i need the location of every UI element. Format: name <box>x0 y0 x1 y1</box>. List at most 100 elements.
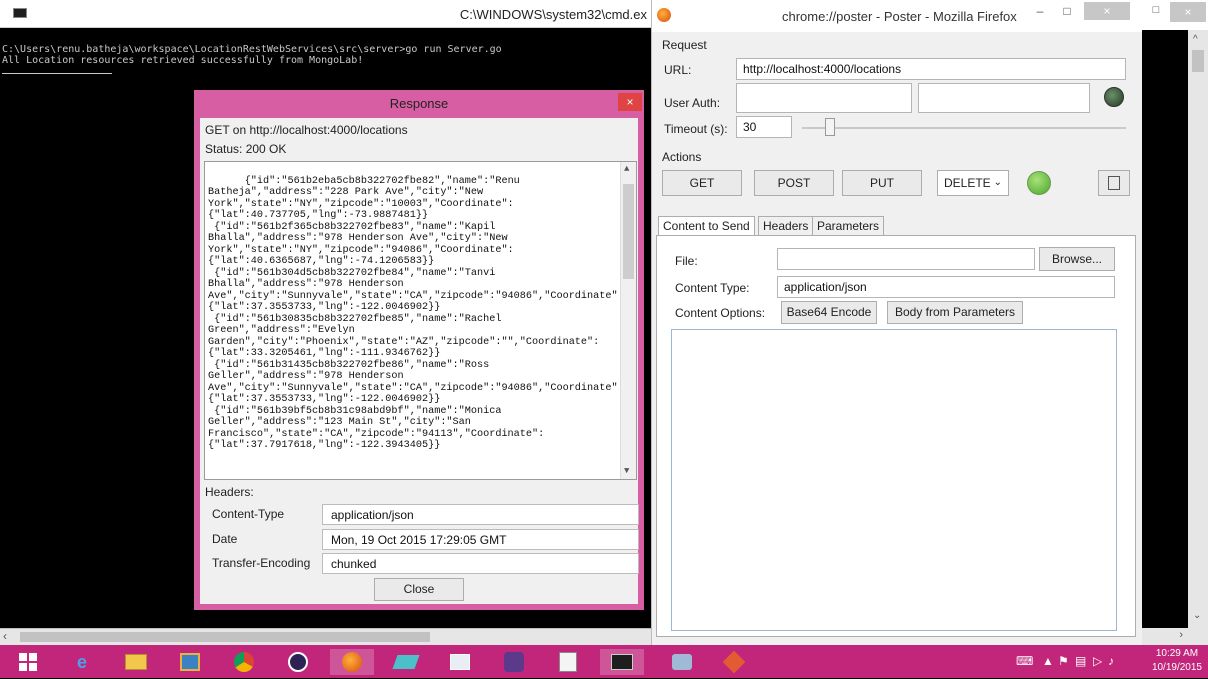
close-icon[interactable]: × <box>1084 2 1130 20</box>
close-icon[interactable]: × <box>1170 2 1206 22</box>
clock[interactable]: 10:29 AM 10/19/2015 <box>1152 647 1202 675</box>
get-button[interactable]: GET <box>662 170 742 196</box>
timeout-input[interactable]: 30 <box>736 116 792 138</box>
file-explorer-icon[interactable] <box>114 649 158 675</box>
url-label: URL: <box>664 63 692 77</box>
background-window: □ × ^ ⌄ › <box>1142 0 1208 645</box>
cmd-icon <box>13 8 27 18</box>
firefox-poster-window: chrome://poster - Poster - Mozilla Firef… <box>651 0 1142 645</box>
scroll-left-icon[interactable]: ‹ <box>3 629 7 643</box>
response-json: {"id":"561b2eba5cb8b322702fbe82","name":… <box>208 175 624 452</box>
minimize-icon[interactable]: – <box>1027 2 1053 20</box>
vertical-scrollbar[interactable]: ^ ⌄ <box>1188 30 1208 645</box>
file-input[interactable] <box>777 248 1035 270</box>
signal-icon[interactable]: ▷ <box>1093 654 1102 668</box>
scroll-down-icon[interactable]: ⌄ <box>1193 610 1201 621</box>
internet-explorer-icon[interactable]: e <box>60 649 104 675</box>
start-windows-icon[interactable] <box>6 649 50 675</box>
header-key: Transfer-Encoding <box>212 556 311 570</box>
content-to-send-panel: File: Browse... Content Type: applicatio… <box>656 235 1136 637</box>
response-titlebar[interactable]: Response × <box>194 90 644 118</box>
network-app-icon[interactable] <box>660 649 704 675</box>
firefox-icon <box>657 8 671 22</box>
chevron-down-icon: ⌄ <box>993 177 1002 188</box>
scroll-right-icon[interactable]: › <box>1179 629 1183 641</box>
horizontal-scrollbar[interactable]: › <box>1142 628 1188 645</box>
network-icon[interactable]: ▤ <box>1075 654 1086 668</box>
header-value[interactable]: chunked <box>322 553 639 574</box>
header-key: Content-Type <box>212 507 285 521</box>
response-title: Response <box>389 96 449 111</box>
firefox-taskbar-icon[interactable] <box>330 649 374 675</box>
eclipse-icon[interactable] <box>276 649 320 675</box>
clipboard-icon <box>1108 176 1120 190</box>
user-auth-password-input[interactable] <box>918 83 1090 113</box>
cmd-title: C:\WINDOWS\system32\cmd.ex <box>459 7 647 22</box>
notepad-icon[interactable] <box>546 649 590 675</box>
headers-label: Headers: <box>205 485 254 499</box>
browse-button[interactable]: Browse... <box>1039 247 1115 271</box>
request-line: GET on http://localhost:4000/locations <box>205 123 408 137</box>
cmd-cursor <box>2 73 112 74</box>
response-dialog: Response × GET on http://localhost:4000/… <box>194 90 644 610</box>
taskbar: e ⌨ ▲ ⚑ ▤ ▷ ♪ 10:29 AM 10/19/2015 <box>0 645 1208 678</box>
actions-group-label: Actions <box>662 150 702 164</box>
response-text-area[interactable]: {"id":"561b2eba5cb8b322702fbe82","name":… <box>204 161 637 480</box>
scroll-thumb[interactable] <box>20 632 430 642</box>
flag-icon[interactable]: ⚑ <box>1058 654 1069 668</box>
auth-globe-icon[interactable] <box>1104 87 1124 107</box>
git-icon[interactable] <box>712 649 756 675</box>
scroll-thumb[interactable] <box>1192 50 1204 72</box>
scroll-thumb[interactable] <box>623 184 634 279</box>
base64-encode-button[interactable]: Base64 Encode <box>781 301 877 324</box>
header-value[interactable]: Mon, 19 Oct 2015 17:29:05 GMT <box>322 529 639 550</box>
content-body-textarea[interactable] <box>671 329 1117 631</box>
tab-content-to-send[interactable]: Content to Send <box>658 216 755 236</box>
keyboard-icon[interactable]: ⌨ <box>1016 654 1033 668</box>
paint-brush-icon[interactable] <box>384 649 428 675</box>
scroll-up-icon[interactable]: ^ <box>1193 34 1198 45</box>
cmd-taskbar-icon[interactable] <box>600 649 644 675</box>
status-line: Status: 200 OK <box>205 142 287 156</box>
user-auth-label: User Auth: <box>664 96 721 110</box>
cmd-horizontal-scrollbar[interactable]: ‹ <box>0 628 651 645</box>
java-ee-icon[interactable] <box>492 649 536 675</box>
chrome-icon[interactable] <box>222 649 266 675</box>
status-indicator-icon <box>1027 171 1051 195</box>
cmd-titlebar[interactable]: C:\WINDOWS\system32\cmd.ex <box>0 0 651 28</box>
delete-select-value: DELETE <box>944 176 991 190</box>
clipboard-button[interactable] <box>1098 170 1130 196</box>
show-hidden-icons-icon[interactable]: ▲ <box>1042 654 1054 668</box>
cmd-line: C:\Users\renu.batheja\workspace\Location… <box>2 44 502 55</box>
user-auth-username-input[interactable] <box>736 83 912 113</box>
header-key: Date <box>212 532 238 546</box>
put-button[interactable]: PUT <box>842 170 922 196</box>
volume-icon[interactable]: ♪ <box>1108 654 1114 668</box>
url-input[interactable]: http://localhost:4000/locations <box>736 58 1126 80</box>
scroll-down-icon[interactable]: ▼ <box>624 466 629 478</box>
firefox-titlebar[interactable]: chrome://poster - Poster - Mozilla Firef… <box>652 0 1142 32</box>
post-button[interactable]: POST <box>754 170 834 196</box>
background-window-titlebar[interactable]: □ × <box>1142 0 1208 30</box>
clock-date: 10/19/2015 <box>1151 662 1202 673</box>
header-row: Transfer-Encoding chunked <box>204 553 639 574</box>
image-viewer-icon[interactable] <box>438 649 482 675</box>
timeout-slider-track[interactable] <box>802 127 1126 129</box>
tab-headers[interactable]: Headers <box>758 216 814 235</box>
timeout-slider-thumb[interactable] <box>825 118 835 136</box>
content-type-input[interactable]: application/json <box>777 276 1115 298</box>
delete-select[interactable]: DELETE ⌄ <box>937 170 1009 196</box>
body-from-parameters-button[interactable]: Body from Parameters <box>887 301 1023 324</box>
response-close-icon[interactable]: × <box>618 93 642 111</box>
response-body: GET on http://localhost:4000/locations S… <box>200 118 639 604</box>
tab-parameters[interactable]: Parameters <box>812 216 885 235</box>
app-icon[interactable] <box>168 649 212 675</box>
file-label: File: <box>675 254 698 268</box>
header-row: Date Mon, 19 Oct 2015 17:29:05 GMT <box>204 529 639 550</box>
maximize-icon[interactable]: □ <box>1054 2 1080 20</box>
scroll-up-icon[interactable]: ▲ <box>624 164 629 176</box>
response-scrollbar[interactable]: ▲ ▼ <box>620 162 636 479</box>
maximize-icon[interactable]: □ <box>1146 4 1166 22</box>
header-value[interactable]: application/json <box>322 504 639 525</box>
close-button[interactable]: Close <box>374 578 464 601</box>
